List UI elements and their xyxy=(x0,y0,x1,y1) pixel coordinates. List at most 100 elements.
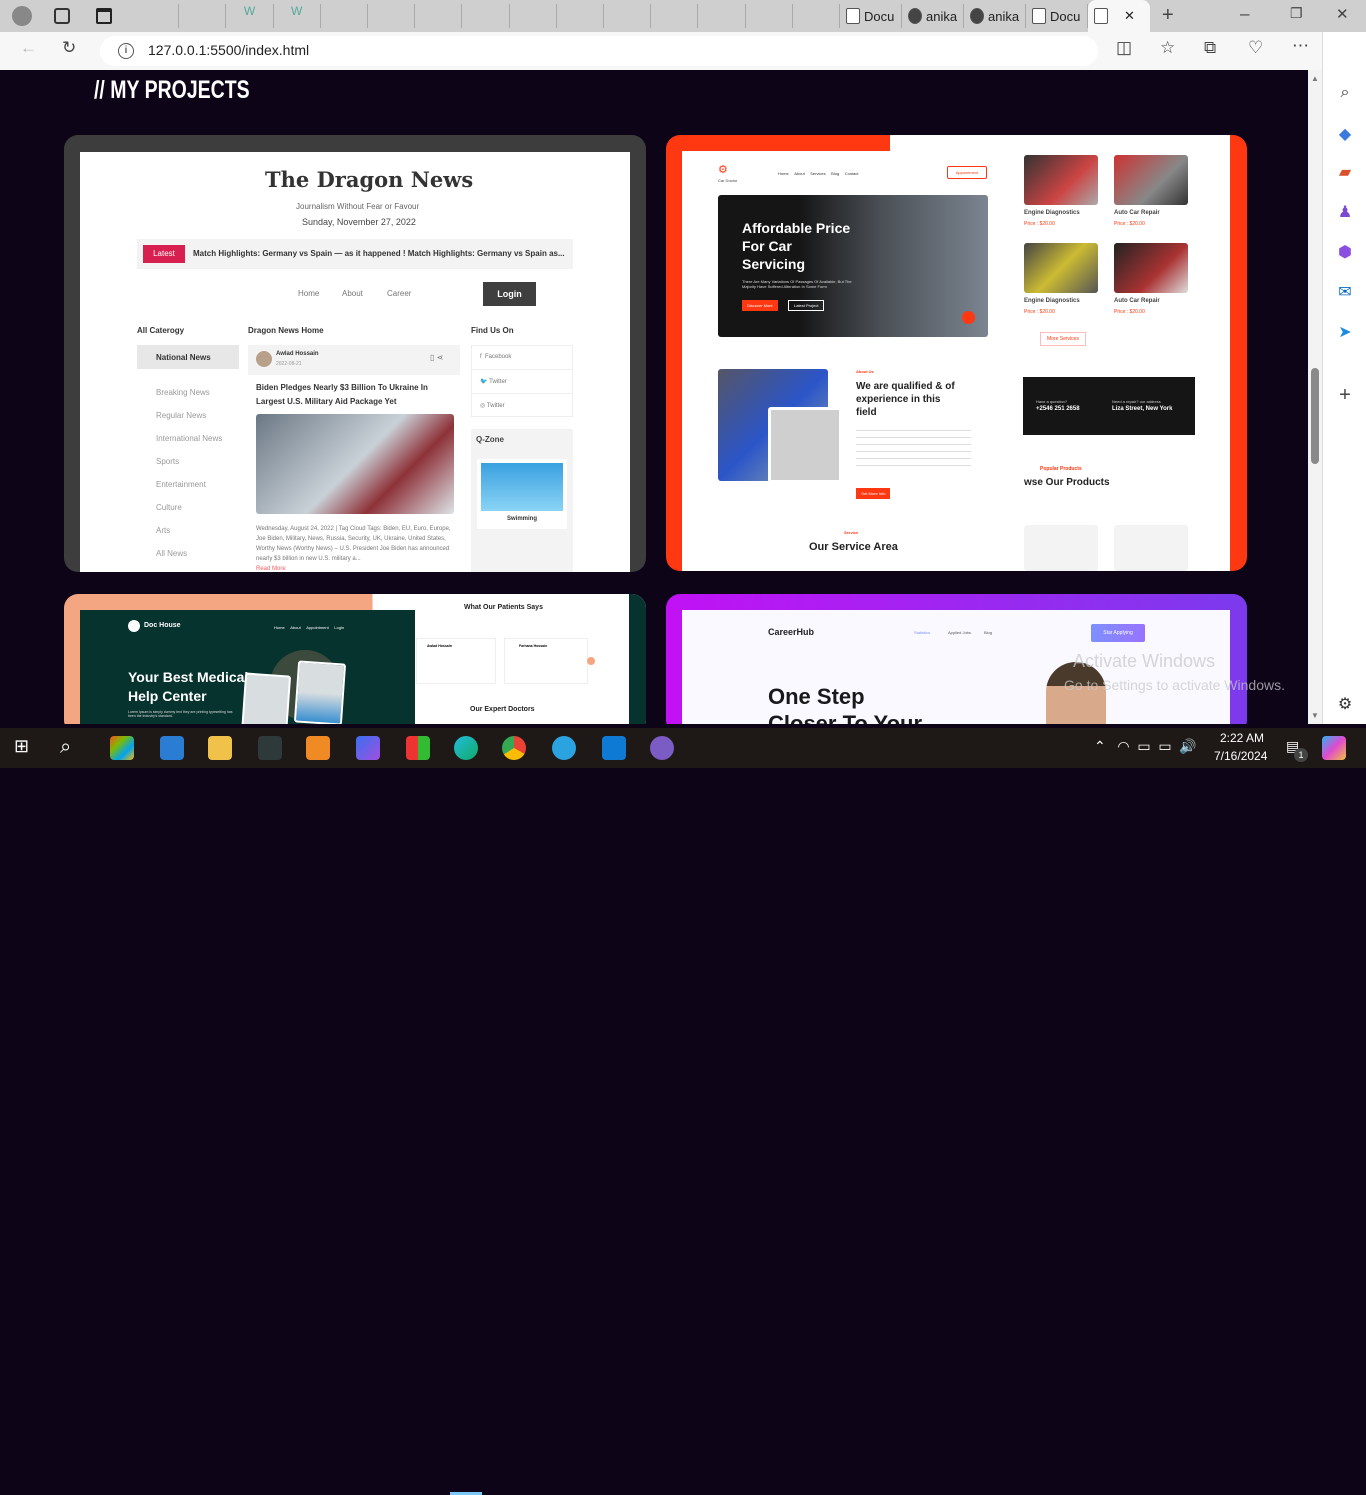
category-title: All Caterogy xyxy=(137,326,185,335)
start-applying-button: Star Applying xyxy=(1091,624,1145,642)
nav-item: Home xyxy=(778,171,789,176)
new-tab-button[interactable]: + xyxy=(1162,4,1174,27)
doctors-title: Our Expert Doctors xyxy=(470,706,535,713)
headline: Biden Pledges Nearly $3 Billion To Ukrai… xyxy=(256,383,428,406)
site-info-icon[interactable]: i xyxy=(118,43,134,59)
patients-title: What Our Patients Says xyxy=(464,604,543,611)
scrollbar-thumb[interactable] xyxy=(1311,368,1319,464)
nav-item: Blog xyxy=(831,171,840,176)
outlook-icon[interactable]: ✉ xyxy=(1335,282,1355,302)
tray-icons[interactable]: ⌃ ◠ ▭ ▭ 🔊 xyxy=(1094,738,1197,755)
tab-docu-2[interactable]: Docu xyxy=(1026,4,1088,28)
scroll-up-icon[interactable]: ▲ xyxy=(1308,74,1322,83)
restore-button[interactable]: ❐ xyxy=(1290,5,1303,22)
close-tab-icon[interactable]: ✕ xyxy=(1124,8,1135,24)
add-icon[interactable]: + xyxy=(1335,384,1355,406)
shopping-icon[interactable]: ◆ xyxy=(1335,124,1355,144)
tab-label: anika xyxy=(926,8,958,24)
hero-banner: Affordable Price For Car Servicing There… xyxy=(718,195,988,337)
settings-gear-icon[interactable]: ⚙ xyxy=(1335,694,1355,714)
project-card-doc-house[interactable]: Doc House Home About Appointment Login Y… xyxy=(64,594,646,724)
more-menu-icon[interactable]: ⋯ xyxy=(1292,36,1309,56)
send-icon[interactable]: ➤ xyxy=(1335,322,1355,342)
favorites-icon[interactable]: ☆ xyxy=(1160,38,1175,58)
app-icon[interactable] xyxy=(406,736,430,760)
bookmark-share-icon: ▯ ⋖ xyxy=(430,353,444,362)
swimming-image xyxy=(481,463,563,511)
workspaces-icon[interactable] xyxy=(54,8,70,24)
store-icon[interactable] xyxy=(110,736,134,760)
date: Sunday, November 27, 2022 xyxy=(302,217,416,227)
collections-icon[interactable]: ⧉ xyxy=(1204,38,1216,58)
social-twitter: Twitter xyxy=(489,379,507,385)
chrome-icon[interactable] xyxy=(502,736,526,760)
mail-icon[interactable] xyxy=(160,736,184,760)
close-window-button[interactable]: ✕ xyxy=(1336,5,1349,23)
split-screen-icon[interactable]: ◫ xyxy=(1116,38,1132,58)
reviewer-name: Awlad Hossain xyxy=(427,644,452,648)
service-name: Engine Diagnostics xyxy=(1024,298,1080,304)
clock-time[interactable]: 2:22 AM xyxy=(1220,731,1264,745)
tab-anika-1[interactable]: anika xyxy=(902,4,964,28)
url-input[interactable]: 127.0.0.1:5500/index.html xyxy=(100,36,1098,66)
tab-anika-2[interactable]: anika xyxy=(964,4,1026,28)
tab-docu-1[interactable]: Docu xyxy=(840,4,902,28)
github-desktop-icon[interactable] xyxy=(650,736,674,760)
browser-essentials-icon[interactable]: ♡ xyxy=(1248,38,1263,58)
tools-icon[interactable]: ▰ xyxy=(1335,162,1355,182)
edge-icon[interactable] xyxy=(454,736,478,760)
latest-badge: Latest xyxy=(143,245,185,263)
copilot-app-icon[interactable] xyxy=(356,736,380,760)
refresh-button[interactable]: ↻ xyxy=(62,38,76,58)
discover-button: Discover More xyxy=(742,300,778,311)
vscode-icon[interactable] xyxy=(602,736,626,760)
nav-blog: Blog xyxy=(984,630,993,635)
nav-applied-jobs: Applied Jobs xyxy=(948,630,971,635)
latest-project-button: Latest Project xyxy=(788,300,825,311)
brand: CareerHub xyxy=(768,627,815,637)
nav-about: About xyxy=(342,289,363,298)
repair-label: Need a repair? our address xyxy=(1112,399,1161,404)
service-image xyxy=(1024,243,1098,293)
car-doctor-logo-icon: ⚙ xyxy=(718,164,728,176)
pinned-tabs[interactable]: WW xyxy=(132,4,841,28)
home-title: Dragon News Home xyxy=(248,326,324,335)
minimize-button[interactable]: – xyxy=(1240,4,1249,24)
car-nav: Home About Services Blog Contact xyxy=(778,171,859,176)
post-header: Awlad Hossain 2022-08-21 ▯ ⋖ xyxy=(248,345,460,375)
telegram-icon[interactable] xyxy=(552,736,576,760)
category-active: National News xyxy=(137,345,239,369)
app-icon[interactable] xyxy=(258,736,282,760)
project-card-car-doctor[interactable]: Engine Diagnostics Auto Car Repair Price… xyxy=(666,135,1247,571)
address: Liza Street, New York xyxy=(1112,406,1173,412)
tab-actions-icon[interactable] xyxy=(96,8,112,24)
scroll-down-icon[interactable]: ▼ xyxy=(1308,711,1322,720)
start-windows-icon[interactable]: ⊞ xyxy=(14,736,38,760)
social-list: f Facebook 🐦 Twitter ◎ Twitter xyxy=(471,345,573,417)
copilot-taskbar-icon[interactable] xyxy=(1322,736,1346,760)
qzone-card: Swimming xyxy=(477,459,567,529)
search-icon[interactable]: ⌕ xyxy=(1335,84,1355,104)
profile-icon[interactable] xyxy=(12,6,32,26)
more-services-button: More Services xyxy=(1040,332,1086,346)
brand: Car Doctor xyxy=(718,178,738,183)
doc-nav: Home About Appointment Login xyxy=(274,625,344,630)
doc-edge xyxy=(629,594,646,724)
nav-item: About xyxy=(794,171,805,176)
social-instagram: Twitter xyxy=(486,403,505,409)
search-icon[interactable]: ⌕ xyxy=(60,736,84,760)
xampp-icon[interactable] xyxy=(306,736,330,760)
service-price: Price : $20.00 xyxy=(1114,309,1145,315)
games-icon[interactable]: ♟ xyxy=(1335,202,1355,222)
m365-icon[interactable]: ⬢ xyxy=(1335,242,1355,262)
tab-active[interactable]: ✕ xyxy=(1088,0,1150,32)
phone: +2546 251 2658 xyxy=(1036,406,1080,412)
back-button[interactable]: ← xyxy=(20,38,37,58)
tab-label: Docu xyxy=(1050,8,1081,24)
tab-label: Docu xyxy=(864,8,895,24)
reviewer-name: Farhana Hossain xyxy=(519,644,548,648)
project-card-dragon-news[interactable]: The Dragon News Journalism Without Fear … xyxy=(64,135,646,572)
clock-date[interactable]: 7/16/2024 xyxy=(1214,749,1267,763)
file-explorer-icon[interactable] xyxy=(208,736,232,760)
category-item: Culture xyxy=(156,503,182,512)
